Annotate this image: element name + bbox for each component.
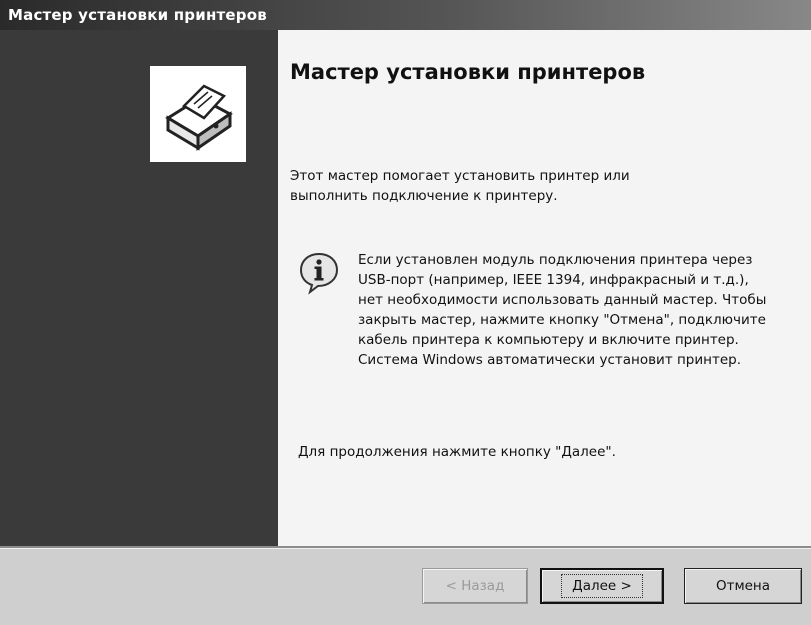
cancel-button[interactable]: Отмена <box>684 568 802 604</box>
next-button-label: Далее > <box>561 574 643 598</box>
printer-wizard-window: Мастер установки принтеров Мастер устано… <box>0 0 811 625</box>
wizard-main-area: Мастер установки принтеров Этот мастер п… <box>278 30 811 546</box>
intro-text: Этот мастер помогает установить принтер … <box>290 168 630 204</box>
button-bar: < Назад Далее > Отмена <box>0 549 811 625</box>
printer-wizard-icon <box>150 66 246 162</box>
info-block: Если установлен модуль подключения принт… <box>290 250 805 450</box>
info-text: Если установлен модуль подключения принт… <box>358 252 767 368</box>
continue-text: Для продолжения нажмите кнопку "Далее". <box>298 444 616 460</box>
wizard-content: Мастер установки принтеров Этот мастер п… <box>0 30 811 546</box>
wizard-side-panel <box>0 30 278 546</box>
window-title: Мастер установки принтеров <box>8 6 267 24</box>
page-title: Мастер установки принтеров <box>290 60 646 84</box>
next-button[interactable]: Далее > <box>540 568 664 604</box>
back-button[interactable]: < Назад <box>422 568 528 604</box>
window-title-bar[interactable]: Мастер установки принтеров <box>0 0 811 30</box>
information-icon <box>296 250 342 296</box>
